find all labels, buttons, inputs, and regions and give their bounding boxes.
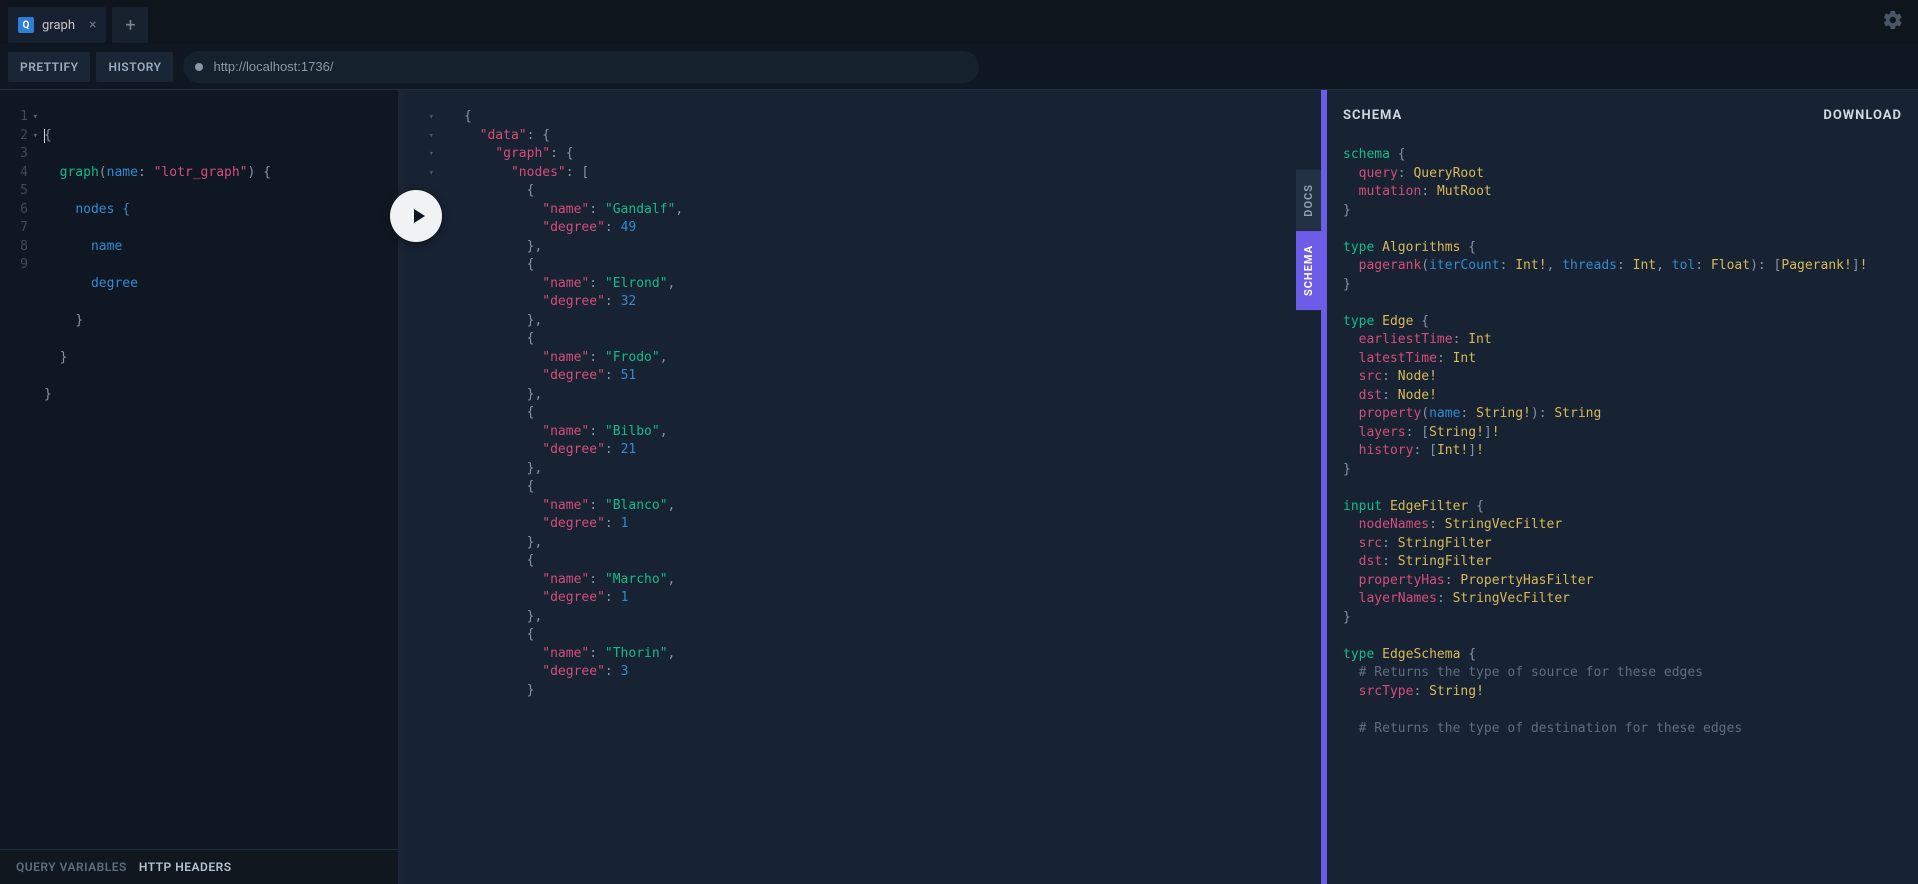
editor-tab[interactable]: Q graph × bbox=[8, 7, 106, 43]
tab-query-variables[interactable]: QUERY VARIABLES bbox=[16, 860, 127, 874]
brace-close: } bbox=[44, 387, 52, 402]
result-pane: ▾▾▾▾ { "data": { "graph": { "nodes": [ {… bbox=[404, 90, 1321, 884]
download-button[interactable]: DOWNLOAD bbox=[1823, 108, 1902, 123]
brace-open: { bbox=[44, 128, 52, 143]
brace-close: } bbox=[75, 313, 83, 328]
field-degree: degree bbox=[91, 276, 138, 291]
arg-value: "lotr_graph" bbox=[154, 165, 248, 180]
new-tab-button[interactable]: + bbox=[112, 7, 148, 43]
schema-panel: SCHEMA DOWNLOAD schema { query: QueryRoo… bbox=[1321, 90, 1918, 884]
query-editor[interactable]: 123456789 { graph(name: "lotr_graph") { … bbox=[0, 90, 398, 849]
editor-bottom-tabs: QUERY VARIABLES HTTP HEADERS bbox=[0, 849, 398, 884]
gear-icon[interactable] bbox=[1882, 20, 1904, 35]
endpoint-bar bbox=[183, 51, 979, 83]
schema-tab[interactable]: SCHEMA bbox=[1296, 231, 1321, 310]
brace-close: } bbox=[60, 350, 68, 365]
field-name: name bbox=[91, 239, 122, 254]
execute-button[interactable] bbox=[390, 190, 442, 242]
result-json[interactable]: { "data": { "graph": { "nodes": [ { "nam… bbox=[404, 90, 1321, 700]
history-button[interactable]: HISTORY bbox=[96, 52, 173, 82]
window-titlebar: Q graph × + bbox=[0, 0, 1918, 44]
prettify-button[interactable]: PRETTIFY bbox=[8, 52, 90, 82]
endpoint-status-icon bbox=[195, 63, 203, 71]
docs-tab[interactable]: DOCS bbox=[1296, 170, 1321, 231]
query-code[interactable]: { graph(name: "lotr_graph") { nodes { na… bbox=[30, 108, 271, 849]
tab-http-headers[interactable]: HTTP HEADERS bbox=[139, 860, 232, 874]
tab-type-icon: Q bbox=[18, 17, 34, 33]
close-icon[interactable]: × bbox=[89, 17, 96, 33]
endpoint-input[interactable] bbox=[213, 59, 967, 74]
arg-name: name bbox=[107, 165, 138, 180]
brace: ) { bbox=[248, 165, 271, 180]
toolbar: PRETTIFY HISTORY bbox=[0, 44, 1918, 90]
line-gutter: 123456789 bbox=[0, 108, 30, 849]
tab-title: graph bbox=[42, 18, 75, 33]
schema-panel-title: SCHEMA bbox=[1343, 108, 1402, 123]
query-root-field: graph bbox=[60, 165, 99, 180]
query-editor-pane: 123456789 { graph(name: "lotr_graph") { … bbox=[0, 90, 404, 884]
play-icon bbox=[406, 204, 430, 228]
schema-sdl[interactable]: schema { query: QueryRoot mutation: MutR… bbox=[1327, 140, 1918, 884]
field-nodes: nodes { bbox=[75, 202, 130, 217]
